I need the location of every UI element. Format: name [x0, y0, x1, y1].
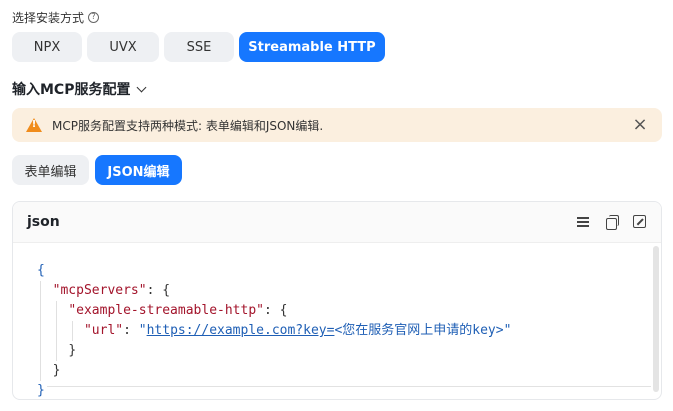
horizontal-scrollbar[interactable]: [47, 386, 651, 387]
method-streamable-http-button[interactable]: Streamable HTTP: [239, 32, 385, 62]
editor-title: json: [27, 214, 60, 230]
code-line: }: [37, 341, 661, 361]
code-line: }: [37, 361, 661, 381]
fullscreen-icon[interactable]: [633, 215, 647, 229]
format-icon[interactable]: [577, 215, 591, 229]
install-method-text: 选择安装方式: [12, 10, 85, 25]
help-icon[interactable]: ?: [88, 11, 100, 23]
close-icon[interactable]: ×: [632, 116, 648, 134]
code-area[interactable]: { "mcpServers": { "example-streamable-ht…: [13, 243, 661, 399]
form-edit-tab[interactable]: 表单编辑: [12, 155, 89, 185]
code-token: }: [52, 363, 61, 378]
code-token: : {: [263, 303, 288, 318]
code-token: {: [37, 263, 45, 278]
json-edit-tab[interactable]: JSON编辑: [95, 155, 182, 185]
editor-toolbar: [577, 215, 647, 230]
method-sse-button[interactable]: SSE: [164, 32, 234, 62]
vertical-scrollbar[interactable]: [653, 246, 659, 392]
code-token: "url": [83, 323, 124, 338]
code-token: "example-streamable-http": [68, 303, 264, 318]
code-line: "mcpServers": {: [37, 281, 661, 301]
edit-mode-group: 表单编辑 JSON编辑: [12, 155, 182, 185]
code-line: "url": "https://example.com?key=<您在服务官网上…: [37, 321, 661, 341]
method-npx-button[interactable]: NPX: [12, 32, 82, 62]
code-token: "mcpServers": [52, 283, 147, 298]
config-section-title: 输入MCP服务配置: [12, 82, 131, 98]
indent-guide: [56, 301, 57, 361]
code-token: }: [68, 343, 77, 358]
info-alert: MCP服务配置支持两种模式: 表单编辑和JSON编辑. ×: [12, 108, 662, 142]
code-line: "example-streamable-http": {: [37, 301, 661, 321]
code-link[interactable]: https://example.com?key=: [147, 323, 335, 338]
code-token: ": [138, 323, 147, 338]
code-token: }: [37, 383, 45, 398]
editor-header: json: [13, 202, 661, 243]
install-method-label: 选择安装方式 ?: [12, 8, 100, 26]
code-token: : {: [146, 283, 171, 298]
code-token: :: [123, 323, 139, 338]
method-uvx-button[interactable]: UVX: [87, 32, 159, 62]
config-section-toggle[interactable]: 输入MCP服务配置: [12, 78, 147, 100]
indent-guide: [40, 281, 41, 381]
code-token: <您在服务官网上申请的key>": [334, 323, 512, 338]
chevron-down-icon: [137, 82, 147, 92]
json-editor: json { "mcpServers": { "example-streamab…: [12, 201, 662, 400]
indent-guide: [72, 321, 73, 341]
alert-text: MCP服务配置支持两种模式: 表单编辑和JSON编辑.: [52, 118, 324, 133]
install-method-group: NPX UVX SSE Streamable HTTP: [12, 32, 385, 62]
code-line: }: [37, 381, 661, 399]
warning-icon: [26, 117, 42, 133]
code-line: {: [37, 261, 661, 281]
copy-icon[interactable]: [605, 215, 619, 230]
